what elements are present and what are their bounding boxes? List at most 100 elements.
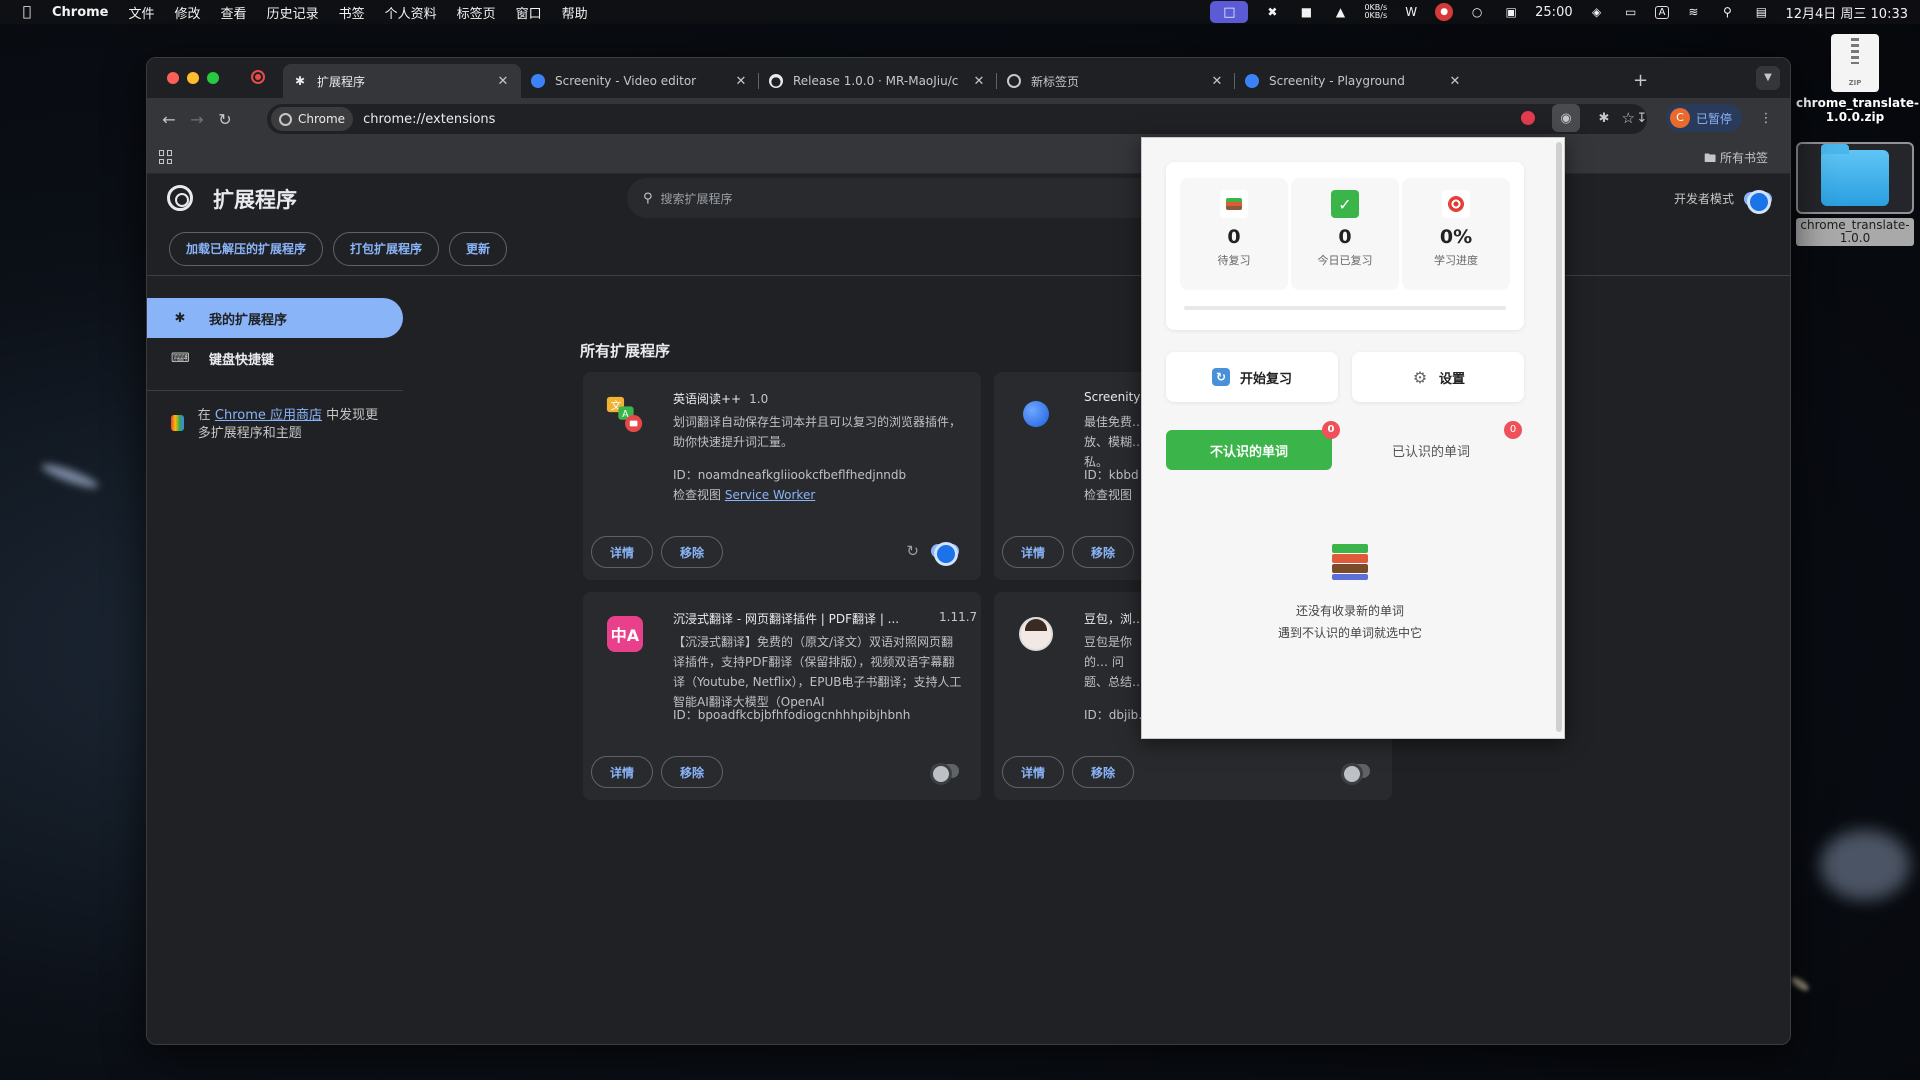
close-window-button[interactable] bbox=[167, 72, 179, 84]
page-title: 扩展程序 bbox=[213, 188, 297, 212]
site-info-chip[interactable]: Chrome bbox=[271, 107, 354, 131]
wifi-icon[interactable]: ≋ bbox=[1683, 4, 1703, 20]
menu-tabs[interactable]: 标签页 bbox=[447, 3, 506, 22]
menu-profiles[interactable]: 个人资料 bbox=[375, 3, 447, 22]
reload-icon[interactable]: ↻ bbox=[906, 542, 919, 560]
layers-icon[interactable]: ◈ bbox=[1587, 4, 1607, 20]
battery-icon[interactable]: ▭ bbox=[1621, 4, 1641, 20]
sidebar-item-shortcuts[interactable]: ⌨ 键盘快捷键 bbox=[147, 338, 403, 378]
spotlight-search-icon[interactable]: ⚲ bbox=[1717, 4, 1737, 20]
developer-mode-toggle[interactable] bbox=[1744, 189, 1772, 214]
pack-extension-button[interactable]: 打包扩展程序 bbox=[333, 231, 440, 266]
apps-grid-icon[interactable] bbox=[159, 150, 173, 164]
minimize-window-button[interactable] bbox=[187, 72, 199, 84]
more-menu-icon[interactable]: ⋮ bbox=[1752, 104, 1780, 132]
load-unpacked-button[interactable]: 加载已解压的扩展程序 bbox=[169, 231, 324, 266]
recording-indicator-icon[interactable] bbox=[251, 70, 265, 84]
menu-file[interactable]: 文件 bbox=[119, 3, 165, 22]
new-tab-button[interactable]: + bbox=[1633, 70, 1648, 91]
all-bookmarks-label: 所有书签 bbox=[1719, 151, 1768, 165]
address-bar[interactable]: Chrome chrome://extensions ☆ bbox=[267, 104, 1647, 134]
robot-icon[interactable]: ■ bbox=[1296, 4, 1316, 20]
url-text[interactable]: chrome://extensions bbox=[363, 112, 495, 127]
screenity-favicon-icon bbox=[1245, 74, 1259, 88]
record-extension-icon[interactable] bbox=[1514, 104, 1542, 132]
remove-button[interactable]: 移除 bbox=[661, 536, 724, 568]
webstore-link[interactable]: Chrome 应用商店 bbox=[215, 408, 322, 423]
close-tab-icon[interactable]: ✕ bbox=[495, 74, 511, 89]
tabs: ✱ 扩展程序 ✕ Screenity - Video editor ✕ ● Re… bbox=[283, 64, 1473, 98]
close-tab-icon[interactable]: ✕ bbox=[1209, 74, 1225, 89]
shield-icon[interactable]: ● bbox=[1435, 3, 1454, 21]
maximize-window-button[interactable] bbox=[207, 72, 219, 84]
learning-progress-bar bbox=[1184, 306, 1506, 310]
card-actions: 详情 移除 bbox=[591, 756, 724, 788]
menu-view[interactable]: 查看 bbox=[211, 3, 257, 22]
reload-icon[interactable]: ↻ bbox=[211, 105, 239, 133]
extensions-puzzle-icon[interactable]: ✱ bbox=[1590, 104, 1618, 132]
extension-enable-toggle[interactable] bbox=[930, 763, 959, 785]
settings-button[interactable]: ⚙ 设置 bbox=[1352, 352, 1524, 402]
sidebar-item-my-extensions[interactable]: ✱ 我的扩展程序 bbox=[147, 298, 403, 338]
extension-enable-toggle[interactable] bbox=[1341, 763, 1370, 785]
forward-arrow-icon[interactable]: → bbox=[183, 105, 211, 133]
remove-button[interactable]: 移除 bbox=[661, 756, 724, 788]
control-center-icon[interactable]: ▤ bbox=[1751, 4, 1771, 20]
tab-known-words[interactable]: 已认识的单词 0 bbox=[1348, 421, 1522, 470]
close-tab-icon[interactable]: ✕ bbox=[971, 74, 987, 89]
close-tab-icon[interactable]: ✕ bbox=[1447, 74, 1463, 89]
chat-icon[interactable]: ○ bbox=[1467, 4, 1487, 20]
menu-history[interactable]: 历史记录 bbox=[257, 3, 329, 22]
bell-icon[interactable]: ▲ bbox=[1330, 4, 1350, 20]
tab-search-chevron-icon[interactable]: ▼ bbox=[1756, 66, 1780, 90]
tomato-timer-icon[interactable]: ▣ bbox=[1501, 4, 1521, 20]
tab-extensions[interactable]: ✱ 扩展程序 ✕ bbox=[283, 64, 521, 98]
desktop-zip-file[interactable]: ZIP chrome_translate-1.0.0.zip bbox=[1796, 34, 1919, 124]
details-button[interactable]: 详情 bbox=[591, 756, 654, 788]
sidebar-item-label: 键盘快捷键 bbox=[209, 352, 275, 368]
extension-name: 英语阅读++ 1.0 bbox=[673, 392, 769, 406]
input-method-indicator[interactable]: A bbox=[1654, 5, 1670, 19]
menu-edit[interactable]: 修改 bbox=[165, 3, 211, 22]
developer-mode: 开发者模式 bbox=[1674, 189, 1772, 214]
close-tab-icon[interactable]: ✕ bbox=[733, 74, 749, 89]
menu-app-name[interactable]: Chrome bbox=[42, 5, 119, 20]
zip-file-icon: ZIP bbox=[1831, 34, 1879, 92]
webstore-icon bbox=[171, 415, 184, 431]
x-app-icon[interactable]: ✖ bbox=[1262, 4, 1282, 20]
details-button[interactable]: 详情 bbox=[1002, 756, 1065, 788]
desktop-wallpaper-highlight bbox=[1820, 830, 1910, 900]
menu-bookmarks[interactable]: 书签 bbox=[329, 3, 375, 22]
extension-id: ID：bpoadfkcbjbfhfodiogcnhhhpibjhbnh bbox=[673, 708, 911, 722]
tab-github-release[interactable]: ● Release 1.0.0 · MR-MaoJiu/c ✕ bbox=[759, 64, 997, 98]
translate-extension-icon[interactable]: ◉ bbox=[1551, 104, 1580, 132]
back-arrow-icon[interactable]: ← bbox=[155, 105, 183, 133]
target-icon bbox=[1442, 190, 1470, 218]
tab-new-tab[interactable]: 新标签页 ✕ bbox=[997, 64, 1235, 98]
w-app-icon[interactable]: W bbox=[1401, 4, 1421, 20]
menu-window[interactable]: 窗口 bbox=[506, 3, 552, 22]
timer-text[interactable]: 25:00 bbox=[1535, 5, 1572, 20]
webstore-text: 在 Chrome 应用商店 中发现更多扩展程序和主题 bbox=[198, 407, 379, 443]
start-review-button[interactable]: ↻ 开始复习 bbox=[1166, 352, 1338, 402]
menu-help[interactable]: 帮助 bbox=[552, 3, 598, 22]
remove-button[interactable]: 移除 bbox=[1072, 756, 1135, 788]
tab-screenity-editor[interactable]: Screenity - Video editor ✕ bbox=[521, 64, 759, 98]
service-worker-link[interactable]: Service Worker bbox=[725, 488, 815, 502]
remove-button[interactable]: 移除 bbox=[1072, 536, 1135, 568]
download-icon[interactable]: ↧ bbox=[1628, 104, 1656, 132]
extension-version: 1.11.7 bbox=[939, 610, 978, 624]
details-button[interactable]: 详情 bbox=[591, 536, 654, 568]
all-bookmarks-button[interactable]: 🖿 所有书签 bbox=[1704, 149, 1768, 170]
tab-unknown-words[interactable]: 不认识的单词 0 bbox=[1166, 421, 1340, 470]
details-button[interactable]: 详情 bbox=[1002, 536, 1065, 568]
tab-screenity-playground[interactable]: Screenity - Playground ✕ bbox=[1235, 64, 1473, 98]
profile-button[interactable]: C 已暂停 bbox=[1665, 104, 1742, 132]
desktop-folder[interactable]: chrome_translate-1.0.0 bbox=[1796, 142, 1914, 246]
menubar-clock[interactable]: 12月4日 周三 10:33 bbox=[1785, 3, 1908, 22]
chip-label: Chrome bbox=[298, 112, 346, 126]
update-button[interactable]: 更新 bbox=[449, 231, 508, 266]
extension-enable-toggle[interactable] bbox=[931, 542, 959, 566]
screen-record-icon[interactable]: □ bbox=[1210, 1, 1249, 23]
apple-menu-icon[interactable]:  bbox=[12, 4, 42, 20]
